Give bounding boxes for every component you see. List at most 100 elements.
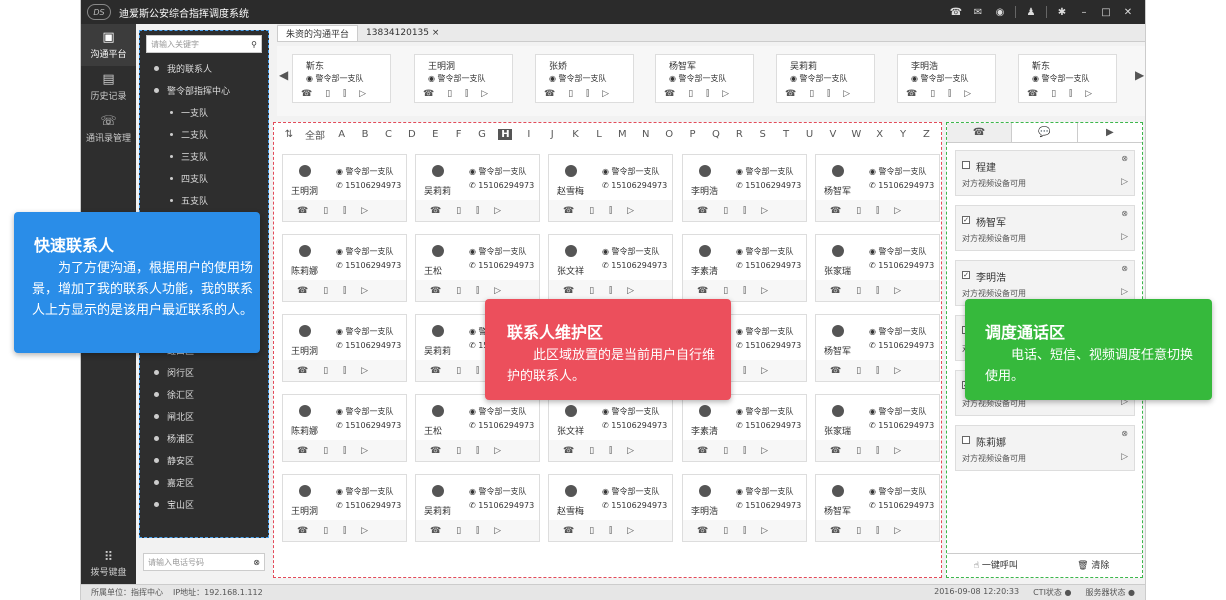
- call-all-button[interactable]: ☝ 一键呼叫: [947, 554, 1045, 577]
- alpha-letter[interactable]: Q: [704, 129, 727, 140]
- phone-icon[interactable]: ☎: [830, 366, 841, 376]
- video-icon[interactable]: ▷: [627, 526, 634, 536]
- alpha-letter[interactable]: S: [751, 129, 774, 140]
- contact-card[interactable]: 王明洞 ◉ 警令部一支队 ✆ 15106294973 ☎ ▯ ⫿ ▷: [282, 154, 407, 222]
- nav-history[interactable]: ▤ 历史记录: [81, 66, 136, 108]
- radio-icon[interactable]: ⫿: [743, 286, 746, 296]
- sort-icon[interactable]: ⇅: [278, 129, 300, 140]
- mobile-icon[interactable]: ▯: [1051, 89, 1056, 99]
- phone-icon[interactable]: ☎: [297, 366, 308, 376]
- video-icon[interactable]: ▷: [843, 89, 850, 99]
- alpha-letter[interactable]: U: [798, 129, 821, 140]
- search-icon[interactable]: ⚲: [251, 40, 257, 49]
- recent-contact-card[interactable]: 靳东 ◉ 警令部一支队 ☎ ▯ ⫿ ▷: [1018, 54, 1117, 103]
- video-icon[interactable]: ▷: [964, 89, 971, 99]
- radio-icon[interactable]: ⫿: [586, 89, 589, 99]
- mobile-icon[interactable]: ▯: [323, 206, 328, 216]
- video-icon[interactable]: ▷: [1121, 232, 1128, 242]
- radio-icon[interactable]: ⫿: [343, 446, 346, 456]
- video-icon[interactable]: ▷: [361, 206, 368, 216]
- mobile-icon[interactable]: ▯: [723, 526, 728, 536]
- radio-icon[interactable]: ⫿: [609, 446, 612, 456]
- alpha-letter[interactable]: E: [424, 129, 447, 140]
- mobile-icon[interactable]: ▯: [323, 446, 328, 456]
- radio-icon[interactable]: ⫿: [343, 286, 346, 296]
- alpha-letter[interactable]: R: [728, 129, 751, 140]
- video-icon[interactable]: ▷: [894, 286, 901, 296]
- recent-contact-card[interactable]: 杨智军 ◉ 警令部一支队 ☎ ▯ ⫿ ▷: [655, 54, 754, 103]
- notice-icon[interactable]: ◉: [989, 7, 1011, 18]
- alpha-letter[interactable]: D: [400, 129, 423, 140]
- phone-icon[interactable]: ☎: [664, 89, 675, 99]
- radio-icon[interactable]: ⫿: [827, 89, 830, 99]
- alpha-letter[interactable]: L: [587, 129, 610, 140]
- alpha-letter[interactable]: W: [845, 129, 868, 140]
- alpha-letter[interactable]: K: [564, 129, 587, 140]
- contact-card[interactable]: 吴莉莉 ◉ 警令部一支队 ✆ 15106294973 ☎ ▯ ⫿ ▷: [415, 474, 540, 542]
- radio-icon[interactable]: ⫿: [876, 446, 879, 456]
- radio-icon[interactable]: ⫿: [609, 526, 612, 536]
- radio-icon[interactable]: ⫿: [343, 366, 346, 376]
- contact-card[interactable]: 张文祥 ◉ 警令部一支队 ✆ 15106294973 ☎ ▯ ⫿ ▷: [548, 394, 673, 462]
- remove-icon[interactable]: ⊗: [1121, 429, 1128, 438]
- mobile-icon[interactable]: ▯: [856, 526, 861, 536]
- mobile-icon[interactable]: ▯: [589, 446, 594, 456]
- dispatch-checkbox[interactable]: ✓: [962, 216, 970, 224]
- dispatch-checkbox[interactable]: ✓: [962, 271, 970, 279]
- mobile-icon[interactable]: ▯: [325, 89, 330, 99]
- alpha-letter[interactable]: Z: [915, 129, 938, 140]
- phone-icon[interactable]: ☎: [430, 526, 441, 536]
- contact-card[interactable]: 杨智军 ◉ 警令部一支队 ✆ 15106294973 ☎ ▯ ⫿ ▷: [815, 154, 940, 222]
- phone-icon[interactable]: ☎: [430, 206, 441, 216]
- video-icon[interactable]: ▷: [494, 526, 501, 536]
- phone-icon[interactable]: ☎: [563, 526, 574, 536]
- radio-icon[interactable]: ⫿: [609, 206, 612, 216]
- nav-chat[interactable]: ▣ 沟通平台: [81, 24, 136, 66]
- remove-icon[interactable]: ⊗: [1121, 154, 1128, 163]
- recent-contact-card[interactable]: 李明浩 ◉ 警令部一支队 ☎ ▯ ⫿ ▷: [897, 54, 996, 103]
- radio-icon[interactable]: ⫿: [465, 89, 468, 99]
- phone-icon[interactable]: ☎: [697, 286, 708, 296]
- mobile-icon[interactable]: ▯: [589, 206, 594, 216]
- alpha-letter[interactable]: C: [377, 129, 400, 140]
- radio-icon[interactable]: ⫿: [706, 89, 709, 99]
- video-icon[interactable]: ▷: [894, 526, 901, 536]
- tree-search-input[interactable]: 请输入关键字 ⚲: [146, 35, 262, 53]
- phone-icon[interactable]: ☎: [544, 89, 555, 99]
- video-icon[interactable]: ▷: [359, 89, 366, 99]
- video-icon[interactable]: ▷: [761, 526, 768, 536]
- dispatch-item[interactable]: ✓ 杨智军 对方视频设备可用 ⊗ ▷: [955, 205, 1135, 251]
- video-icon[interactable]: ▶: [1078, 123, 1142, 142]
- clear-button[interactable]: 🗑 清除: [1045, 554, 1143, 577]
- contact-card[interactable]: 陈莉娜 ◉ 警令部一支队 ✆ 15106294973 ☎ ▯ ⫿ ▷: [282, 394, 407, 462]
- phone-icon[interactable]: ☎: [697, 526, 708, 536]
- maximize-icon[interactable]: □: [1095, 7, 1117, 18]
- radio-icon[interactable]: ⫿: [476, 206, 479, 216]
- tree-node[interactable]: 四支队: [140, 167, 268, 189]
- alpha-letter[interactable]: O: [657, 129, 680, 140]
- mobile-icon[interactable]: ▯: [456, 526, 461, 536]
- contact-card[interactable]: 李素清 ◉ 警令部一支队 ✆ 15106294973 ☎ ▯ ⫿ ▷: [682, 394, 807, 462]
- contact-card[interactable]: 张文祥 ◉ 警令部一支队 ✆ 15106294973 ☎ ▯ ⫿ ▷: [548, 234, 673, 302]
- mobile-icon[interactable]: ▯: [589, 286, 594, 296]
- tree-node[interactable]: 闸北区: [140, 405, 268, 427]
- close-icon[interactable]: ✕: [1117, 7, 1139, 18]
- phone-icon[interactable]: ☎: [830, 206, 841, 216]
- tab-close-icon[interactable]: ×: [432, 28, 440, 38]
- contact-card[interactable]: 吴莉莉 ◉ 警令部一支队 ✆ 15106294973 ☎ ▯ ⫿ ▷: [415, 154, 540, 222]
- remove-icon[interactable]: ⊗: [1121, 264, 1128, 273]
- contact-card[interactable]: 王明洞 ◉ 警令部一支队 ✆ 15106294973 ☎ ▯ ⫿ ▷: [282, 474, 407, 542]
- tree-node[interactable]: 三支队: [140, 145, 268, 167]
- phone-icon[interactable]: ☎: [563, 206, 574, 216]
- sms-icon[interactable]: 💬: [1012, 123, 1078, 142]
- dispatch-checkbox[interactable]: [962, 436, 970, 444]
- contact-card[interactable]: 陈莉娜 ◉ 警令部一支队 ✆ 15106294973 ☎ ▯ ⫿ ▷: [282, 234, 407, 302]
- phone-icon[interactable]: ☎: [697, 446, 708, 456]
- mobile-icon[interactable]: ▯: [723, 446, 728, 456]
- radio-icon[interactable]: ⫿: [609, 286, 612, 296]
- video-icon[interactable]: ▷: [894, 366, 901, 376]
- tree-node[interactable]: 二支队: [140, 123, 268, 145]
- phone-icon[interactable]: ☎: [697, 206, 708, 216]
- mobile-icon[interactable]: ▯: [568, 89, 573, 99]
- radio-icon[interactable]: ⫿: [476, 286, 479, 296]
